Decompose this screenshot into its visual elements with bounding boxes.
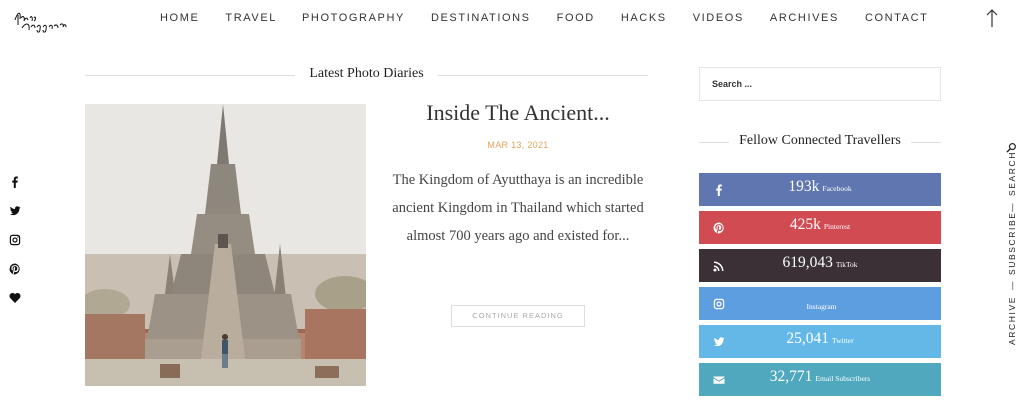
follow-count: 32,771 [769, 368, 813, 385]
nav-videos[interactable]: VIDEOS [693, 12, 744, 24]
nav-home[interactable]: HOME [160, 12, 199, 24]
social-sidebar [9, 175, 23, 320]
nav-hacks[interactable]: HACKS [621, 12, 667, 24]
follow-header: Fellow Connected Travellers [699, 132, 941, 152]
nav-archives[interactable]: ARCHIVES [770, 12, 839, 24]
site-logo[interactable] [12, 6, 68, 34]
follow-tiktok[interactable]: 619,043 TikTok [699, 249, 941, 282]
follow-count: 425k [789, 216, 821, 233]
follow-network: Facebook [822, 184, 852, 193]
facebook-icon[interactable] [9, 175, 23, 189]
follow-count: 619,043 [782, 254, 833, 271]
nav-food[interactable]: FOOD [557, 12, 595, 24]
twitter-icon[interactable] [9, 204, 23, 218]
section-title: Latest Photo Diaries [85, 66, 648, 82]
nav-contact[interactable]: CONTACT [865, 12, 929, 24]
section-header: Latest Photo Diaries [85, 64, 648, 86]
logo-script-icon [14, 12, 67, 33]
follow-network: Twitter [832, 336, 854, 345]
follow-count: 25,041 [786, 330, 830, 347]
follow-network: Email Subscribers [815, 374, 871, 383]
post-image[interactable] [85, 104, 366, 386]
follow-network: Instagram [806, 302, 837, 311]
pinterest-icon[interactable] [9, 262, 23, 276]
follow-count: 193k [788, 178, 820, 195]
heart-icon[interactable] [9, 291, 23, 305]
post-excerpt: The Kingdom of Ayutthaya is an incredibl… [392, 172, 644, 244]
nav-photography[interactable]: PHOTOGRAPHY [302, 12, 405, 24]
vertical-side-menu: SEARCH — SUBSCRIBE — ARCHIVE [1004, 140, 1020, 350]
follow-value: 425k Pinterest [699, 216, 941, 234]
follow-network: Pinterest [823, 222, 851, 231]
follow-value: 25,041 Twitter [699, 330, 941, 348]
instagram-icon[interactable] [9, 233, 23, 247]
follow-pinterest[interactable]: 425k Pinterest [699, 211, 941, 244]
vertical-separator: — [1007, 279, 1017, 290]
search-input[interactable]: Search ... [699, 67, 941, 101]
back-to-top-button[interactable] [985, 8, 999, 28]
vertical-separator: — [1007, 201, 1017, 212]
follow-title: Fellow Connected Travellers [699, 133, 941, 149]
follow-list: 193k Facebook 425k Pinterest 619,043 TikTok… [699, 173, 941, 401]
follow-value: Instagram [699, 296, 941, 314]
main-nav: HOME TRAVEL PHOTOGRAPHY DESTINATIONS FOO… [160, 12, 928, 24]
post-date: MAR 13, 2021 [487, 140, 549, 150]
follow-value: 32,771 Email Subscribers [699, 368, 941, 386]
follow-email[interactable]: 32,771 Email Subscribers [699, 363, 941, 396]
temple-photo-icon [85, 104, 366, 386]
follow-value: 619,043 TikTok [699, 254, 941, 272]
nav-destinations[interactable]: DESTINATIONS [431, 12, 531, 24]
follow-network: TikTok [835, 260, 858, 269]
follow-instagram[interactable]: Instagram [699, 287, 941, 320]
continue-reading-button[interactable]: CONTINUE READING [451, 305, 585, 327]
follow-title-text: Fellow Connected Travellers [729, 133, 911, 148]
vertical-subscribe-link[interactable]: SUBSCRIBE [1007, 211, 1017, 275]
follow-value: 193k Facebook [699, 178, 941, 196]
vertical-archive-link[interactable]: ARCHIVE [1007, 296, 1017, 345]
nav-travel[interactable]: TRAVEL [225, 12, 277, 24]
post-title[interactable]: Inside The Ancient... [388, 100, 648, 126]
follow-twitter[interactable]: 25,041 Twitter [699, 325, 941, 358]
arrow-up-icon [986, 9, 998, 27]
follow-facebook[interactable]: 193k Facebook [699, 173, 941, 206]
vertical-search-link[interactable]: SEARCH [1007, 151, 1017, 196]
section-title-text: Latest Photo Diaries [295, 66, 438, 81]
